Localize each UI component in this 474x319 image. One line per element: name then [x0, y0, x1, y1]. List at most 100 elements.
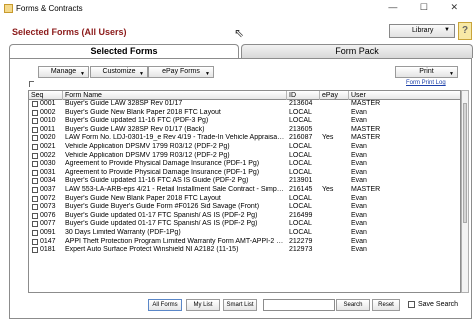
row-epay: Yes: [322, 185, 334, 193]
row-checkbox[interactable]: [32, 186, 38, 193]
row-form-name: 30 Days Limited Warranty (PDF-1Pg): [65, 228, 181, 236]
search-button[interactable]: Search: [336, 299, 370, 311]
column-header-form-name[interactable]: Form Name: [63, 91, 287, 100]
column-header-seq[interactable]: Seq: [29, 91, 63, 100]
row-checkbox[interactable]: [32, 204, 38, 211]
table-row[interactable]: 0030 Agreement to Provide Physical Damage…: [29, 160, 460, 169]
manage-button[interactable]: Manage ▼: [38, 66, 89, 78]
reset-button[interactable]: Reset: [372, 299, 400, 311]
column-header-user[interactable]: User: [349, 91, 460, 100]
row-user: MASTER: [351, 125, 381, 133]
row-checkbox[interactable]: [32, 178, 38, 185]
table-row[interactable]: 0181 Expert Auto Surface Protect Winshiel…: [29, 246, 460, 255]
table-row[interactable]: 0147 APPI Theft Protection Program Limite…: [29, 237, 460, 247]
print-button[interactable]: Print ▼: [395, 66, 458, 78]
row-checkbox[interactable]: [32, 109, 38, 116]
row-form-name: Buyer's Guide updated 11-16 FTC AS IS Gu…: [65, 177, 249, 185]
row-form-name: Buyer's Guide Buyer's Guide Form #F0126 …: [65, 203, 260, 211]
row-checkbox[interactable]: [32, 118, 38, 125]
row-seq: 0077: [40, 220, 56, 228]
row-checkbox[interactable]: [32, 238, 38, 245]
row-id: 213901: [289, 177, 313, 185]
row-checkbox[interactable]: [32, 169, 38, 176]
all-forms-button[interactable]: All Forms: [148, 299, 182, 311]
row-form-name: Agreement to Provide Physical Damage Ins…: [65, 160, 260, 168]
help-icon[interactable]: ?: [458, 22, 472, 40]
row-checkbox[interactable]: [32, 101, 38, 107]
library-dropdown[interactable]: Library ▼: [389, 24, 455, 38]
window-title: Forms & Contracts: [16, 4, 83, 13]
window-controls[interactable]: — ☐ ✕: [388, 2, 468, 13]
table-row[interactable]: 0037 LAW 553-LA-ARB-eps 4/21 - Retail Ins…: [29, 185, 460, 195]
page-title: Selected Forms (All Users): [12, 27, 127, 37]
row-id: 213604: [289, 100, 313, 107]
row-form-name: Buyer's Guide updated 01-17 FTC Spanish/…: [65, 220, 258, 228]
tab-form-pack[interactable]: Form Pack: [241, 44, 473, 58]
row-id: 216145: [289, 185, 313, 193]
my-list-button[interactable]: My List: [186, 299, 220, 311]
row-user: Evan: [351, 220, 367, 228]
table-row[interactable]: 0072 Buyer's Guide New Blank Paper 2018 F…: [29, 194, 460, 204]
column-header-epay[interactable]: ePay: [320, 91, 349, 100]
row-id: 216087: [289, 134, 313, 142]
tab-selected-forms[interactable]: Selected Forms: [9, 44, 239, 58]
forms-table: Seq Form Name ID ePay User 0001 Buyer's G…: [28, 90, 461, 293]
epay-forms-button[interactable]: ePay Forms ▼: [148, 66, 214, 78]
column-header-id[interactable]: ID: [287, 91, 320, 100]
vertical-scrollbar[interactable]: [461, 90, 469, 293]
table-row[interactable]: 0073 Buyer's Guide Buyer's Guide Form #F0…: [29, 203, 460, 212]
row-form-name: Buyer's Guide LAW 328SP Rev 01/17: [65, 100, 183, 107]
row-checkbox[interactable]: [32, 221, 38, 228]
row-user: Evan: [351, 177, 367, 185]
table-row[interactable]: 0034 Buyer's Guide updated 11-16 FTC AS I…: [29, 177, 460, 186]
row-user: MASTER: [351, 185, 381, 193]
chevron-down-icon: ▼: [205, 71, 210, 77]
save-search-checkbox[interactable]: [408, 301, 415, 308]
selected-forms-panel: Manage ▼ Customize ▼ ePay Forms ▼ Print …: [9, 58, 472, 319]
table-row[interactable]: 0091 30 Days Limited Warranty (PDF-1Pg) LO…: [29, 228, 460, 238]
row-form-name: LAW Form No. LDJ-0301-19_e Rev 4/19 - Tr…: [65, 134, 285, 142]
row-checkbox[interactable]: [32, 195, 38, 202]
row-epay: Yes: [322, 134, 334, 142]
row-seq: 0091: [40, 228, 56, 236]
table-row[interactable]: 0077 Buyer's Guide updated 01-17 FTC Span…: [29, 220, 460, 229]
customize-label: Customize: [102, 68, 136, 75]
table-row[interactable]: 0002 Buyer's Guide New Blank Paper 2018 F…: [29, 108, 460, 118]
customize-button[interactable]: Customize ▼: [90, 66, 148, 78]
mouse-cursor-icon: ⇖: [234, 26, 245, 40]
row-checkbox[interactable]: [32, 135, 38, 142]
row-user: Evan: [351, 168, 367, 176]
table-row[interactable]: 0031 Agreement to Provide Physical Damage…: [29, 168, 460, 178]
table-row[interactable]: 0011 Buyer's Guide LAW 328SP Rev 01/17 (B…: [29, 125, 460, 135]
row-checkbox[interactable]: [32, 143, 38, 150]
row-seq: 0011: [40, 125, 56, 133]
table-row[interactable]: 0001 Buyer's Guide LAW 328SP Rev 01/17 213…: [29, 100, 460, 109]
table-row[interactable]: 0021 Vehicle Application DPSMV 1799 R03/1…: [29, 142, 460, 152]
row-user: Evan: [351, 151, 367, 159]
row-id: LOCAL: [289, 194, 312, 202]
row-user: Evan: [351, 246, 367, 254]
smart-list-button[interactable]: Smart List: [223, 299, 257, 311]
print-label: Print: [419, 68, 434, 75]
table-row[interactable]: 0010 Buyer's Guide updated 11-16 FTC (PDF…: [29, 117, 460, 126]
chevron-down-icon: ▼: [444, 27, 450, 33]
row-seq: 0020: [40, 134, 56, 142]
row-seq: 0147: [40, 237, 56, 245]
row-seq: 0021: [40, 142, 56, 150]
table-row[interactable]: 0020 LAW Form No. LDJ-0301-19_e Rev 4/19 …: [29, 134, 460, 143]
row-checkbox[interactable]: [32, 152, 38, 159]
row-id: 216499: [289, 211, 313, 219]
row-id: LOCAL: [289, 151, 312, 159]
row-checkbox[interactable]: [32, 247, 38, 254]
search-input[interactable]: [263, 299, 335, 311]
table-row[interactable]: 0076 Buyer's Guide updated 01-17 FTC Span…: [29, 211, 460, 221]
row-checkbox[interactable]: [32, 126, 38, 133]
row-checkbox[interactable]: [32, 212, 38, 219]
table-row[interactable]: 0022 Vehicle Application DPSMV 1799 R03/1…: [29, 151, 460, 161]
row-checkbox[interactable]: [32, 229, 38, 236]
row-id: LOCAL: [289, 203, 312, 211]
row-checkbox[interactable]: [32, 161, 38, 168]
row-form-name: Buyer's Guide New Blank Paper 2018 FTC L…: [65, 108, 221, 116]
form-print-log-link[interactable]: Form Print Log: [406, 80, 446, 86]
scrollbar-thumb[interactable]: [463, 103, 467, 223]
